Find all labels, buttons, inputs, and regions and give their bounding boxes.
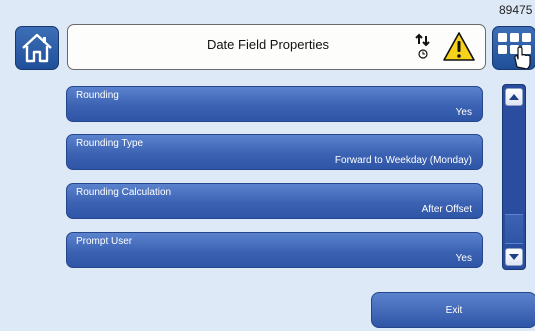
title-bar: Date Field Properties: [67, 24, 486, 70]
sort-order-icon[interactable]: [415, 33, 431, 61]
warning-icon[interactable]: [442, 31, 476, 63]
home-icon: [22, 33, 52, 63]
device-id: 89475: [499, 3, 533, 17]
property-value: Yes: [455, 253, 472, 264]
property-row-rounding-type[interactable]: Rounding Type Forward to Weekday (Monday…: [66, 134, 483, 170]
apps-grid-touch-icon: [498, 33, 531, 69]
property-label: Prompt User: [76, 236, 133, 247]
property-label: Rounding Calculation: [76, 187, 172, 198]
property-label: Rounding Type: [76, 138, 144, 149]
property-row-rounding-calculation[interactable]: Rounding Calculation After Offset: [66, 183, 483, 219]
property-label: Rounding: [76, 90, 119, 101]
property-value: Yes: [455, 107, 472, 118]
scroll-down-button[interactable]: [505, 248, 523, 266]
property-value: Forward to Weekday (Monday): [334, 155, 472, 166]
scroll-up-button[interactable]: [505, 88, 523, 106]
property-row-rounding[interactable]: Rounding Yes: [66, 86, 483, 122]
chevron-up-icon: [509, 94, 519, 100]
scrollbar[interactable]: [502, 84, 526, 270]
exit-button[interactable]: Exit: [371, 292, 535, 328]
chevron-down-icon: [509, 254, 519, 260]
home-button[interactable]: [15, 26, 59, 70]
scroll-thumb[interactable]: [505, 214, 523, 244]
property-row-prompt-user[interactable]: Prompt User Yes: [66, 232, 483, 268]
apps-menu-button[interactable]: [492, 26, 535, 70]
page-title: Date Field Properties: [206, 37, 330, 52]
property-value: After Offset: [421, 204, 472, 215]
